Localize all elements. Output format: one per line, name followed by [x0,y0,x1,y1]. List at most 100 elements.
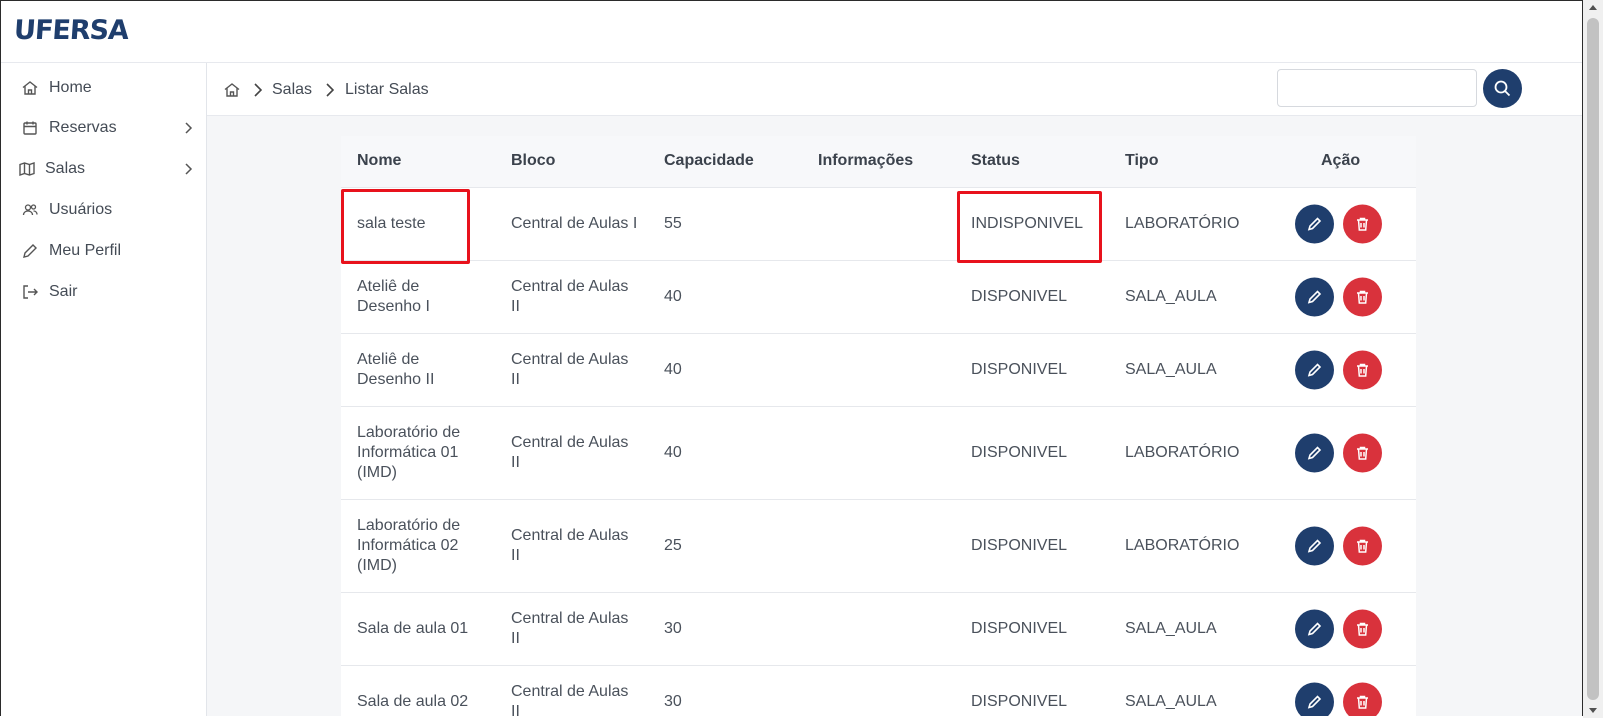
delete-button[interactable] [1343,204,1382,244]
home-icon [22,81,38,95]
vertical-scrollbar[interactable] [1583,0,1603,718]
edit-button[interactable] [1295,682,1334,716]
search-icon [1494,80,1511,97]
pencil-icon [1307,290,1322,304]
table-body: sala teste Central de Aulas I 55 INDISPONIV… [341,187,1416,716]
scroll-up-arrow-icon[interactable] [1588,3,1598,11]
scroll-down-arrow-icon[interactable] [1588,707,1598,715]
table-row: Laboratório de Informática 02 (IMD) Centr… [341,499,1416,592]
delete-button[interactable] [1343,609,1382,649]
cell-capacidade: 40 [664,444,682,461]
edit-button[interactable] [1295,204,1334,244]
edit-button[interactable] [1295,277,1334,317]
breadcrumb-item-salas[interactable]: Salas [272,81,312,99]
column-header-bloco[interactable]: Bloco [511,152,555,170]
cell-nome: Ateliê de Desenho I [357,278,430,315]
pencil-icon [1307,363,1322,377]
cell-tipo: SALA_AULA [1125,693,1217,710]
edit-button[interactable] [1295,350,1334,390]
home-icon[interactable] [223,81,241,99]
table-row: Sala de aula 01 Central de Aulas II 30 DISP… [341,592,1416,665]
cell-capacidade: 55 [664,215,682,232]
table-header: Nome Bloco Capacidade Informações Status… [341,136,1416,187]
table-row: Ateliê de Desenho I Central de Aulas II 40… [341,260,1416,333]
cell-bloco: Central de Aulas II [511,351,629,388]
trash-icon [1357,217,1368,231]
cell-status: DISPONIVEL [971,537,1068,554]
cell-status: DISPONIVEL [971,288,1068,305]
chevron-right-icon [326,83,334,97]
cell-tipo: SALA_AULA [1125,361,1217,378]
trash-icon [1357,363,1368,377]
column-header-capacidade[interactable]: Capacidade [664,152,754,170]
cell-tipo: LABORATÓRIO [1125,537,1240,554]
salas-table: Nome Bloco Capacidade Informações Status… [341,136,1416,716]
cell-nome: Sala de aula 01 [357,620,469,637]
pencil-icon [1307,622,1322,636]
breadcrumb: Salas Listar Salas [207,63,1582,116]
sidebar-item-label: Meu Perfil [49,242,122,259]
search-input[interactable] [1277,69,1477,107]
sidebar-item-salas[interactable]: Salas [1,152,206,186]
trash-icon [1357,622,1368,636]
sidebar-item-label: Usuários [49,201,113,218]
search-button[interactable] [1483,69,1522,108]
sidebar: Home Reservas Salas Usuários Meu Perfil … [1,63,207,716]
chevron-right-icon [254,83,262,97]
trash-icon [1357,446,1368,460]
sidebar-item-label: Home [49,79,92,96]
column-header-status[interactable]: Status [971,152,1020,170]
chevron-right-icon [185,163,193,175]
cell-bloco: Central de Aulas II [511,278,629,315]
cell-nome: Sala de aula 02 [357,693,469,710]
users-icon [22,204,38,216]
calendar-icon [23,121,37,135]
cell-capacidade: 30 [664,693,682,710]
sidebar-item-meu-perfil[interactable]: Meu Perfil [1,234,206,268]
trash-icon [1357,290,1368,304]
breadcrumb-item-listar-salas: Listar Salas [345,81,429,98]
cell-nome: Laboratório de Informática 02 (IMD) [357,517,461,574]
delete-button[interactable] [1343,350,1382,390]
sidebar-item-home[interactable]: Home [1,71,206,105]
pencil-icon [23,244,37,258]
cell-bloco: Central de Aulas II [511,610,629,647]
pencil-icon [1307,695,1322,709]
logout-icon [23,285,38,299]
column-header-acao: Ação [1321,152,1361,169]
sidebar-item-sair[interactable]: Sair [1,275,206,309]
map-icon [19,162,35,176]
cell-nome: Laboratório de Informática 01 (IMD) [357,424,461,481]
cell-bloco: Central de Aulas II [511,683,629,716]
cell-capacidade: 40 [664,361,682,378]
cell-tipo: LABORATÓRIO [1125,215,1240,232]
highlight-box-nome [341,189,470,264]
cell-capacidade: 30 [664,620,682,637]
sidebar-item-usuarios[interactable]: Usuários [1,193,206,227]
sidebar-item-reservas[interactable]: Reservas [1,111,206,145]
table-row: Sala de aula 02 Central de Aulas II 30 DISP… [341,665,1416,716]
edit-button[interactable] [1295,526,1334,566]
pencil-icon [1307,217,1322,231]
column-header-nome[interactable]: Nome [357,152,401,170]
delete-button[interactable] [1343,682,1382,716]
table-row: Laboratório de Informática 01 (IMD) Centr… [341,406,1416,499]
top-bar: UFERSA [1,1,1582,63]
cell-status: DISPONIVEL [971,620,1068,637]
delete-button[interactable] [1343,433,1382,473]
column-header-informacoes[interactable]: Informações [818,152,913,170]
column-header-tipo[interactable]: Tipo [1125,152,1158,170]
cell-tipo: SALA_AULA [1125,288,1217,305]
edit-button[interactable] [1295,609,1334,649]
main-content: Salas Listar Salas Nome Bloco Capacidade… [207,63,1582,716]
edit-button[interactable] [1295,433,1334,473]
trash-icon [1357,539,1368,553]
scrollbar-thumb[interactable] [1587,18,1599,700]
pencil-icon [1307,446,1322,460]
delete-button[interactable] [1343,526,1382,566]
delete-button[interactable] [1343,277,1382,317]
cell-bloco: Central de Aulas II [511,434,629,471]
cell-capacidade: 40 [664,288,682,305]
ufersa-logo[interactable]: UFERSA [13,15,129,46]
sidebar-item-label: Sair [49,283,78,300]
